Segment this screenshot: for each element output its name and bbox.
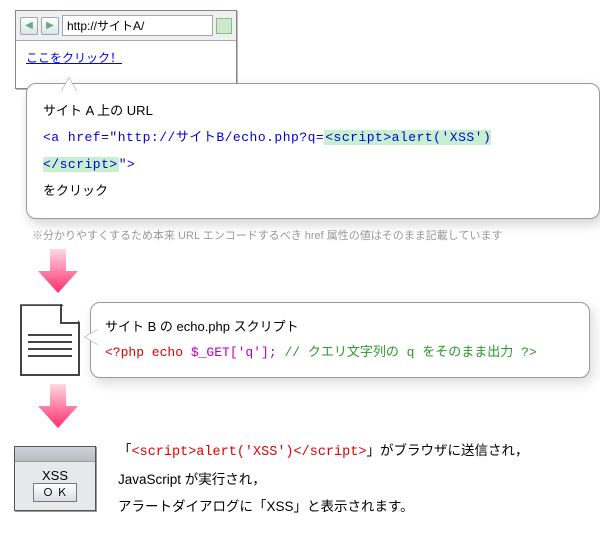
encoding-note: ※分かりやすくするため本来 URL エンコードするべき href 属性の値はその… [32, 227, 590, 243]
php-get-var: $_GET['q']; [191, 345, 277, 360]
alert-body: XSS Ｏ Ｋ [15, 462, 95, 510]
page-link[interactable]: ここをクリック！ [26, 51, 122, 65]
result-step-row: XSS Ｏ Ｋ 「<script>alert('XSS')</script>」が… [10, 437, 590, 520]
alert-ok-button[interactable]: Ｏ Ｋ [33, 483, 77, 502]
server-step-row: サイト B の echo.php スクリプト <?php echo $_GET[… [10, 302, 590, 378]
final-line1: 「<script>alert('XSS')</script>」がブラウザに送信さ… [118, 437, 528, 466]
php-open: <?php echo [105, 345, 191, 360]
final-script-code: <script>alert('XSS')</script> [132, 445, 367, 460]
php-comment: // クエリ文字列の q をそのまま出力 ?> [277, 345, 537, 360]
back-button[interactable]: ◀ [20, 17, 38, 35]
browser-toolbar: ◀ ▶ http://サイトA/ [16, 11, 236, 41]
forward-button[interactable]: ▶ [41, 17, 59, 35]
go-button[interactable] [216, 18, 232, 34]
flow-arrow-1 [38, 249, 590, 296]
browser-window: ◀ ▶ http://サイトA/ ここをクリック！ [15, 10, 237, 89]
final-l1c: 」がブラウザに送信され， [366, 443, 528, 458]
bubble2-line1: サイト B の echo.php スクリプト [105, 315, 575, 340]
bubble1-code: <a href="http://サイトB/echo.php?q=<script>… [43, 124, 583, 178]
bubble2-code: <?php echo $_GET['q']; // クエリ文字列の q をそのま… [105, 340, 575, 366]
browser-viewport: ここをクリック！ [16, 41, 236, 88]
final-line2: JavaScript が実行され， [118, 466, 528, 493]
code-anchor-open: <a href="http://サイトB/echo.php?q= [43, 130, 324, 145]
alert-message: XSS [15, 468, 95, 483]
address-bar[interactable]: http://サイトA/ [62, 15, 213, 36]
alert-titlebar [15, 447, 95, 462]
flow-arrow-2 [38, 384, 590, 431]
bubble1-line3: をクリック [43, 178, 583, 204]
alert-dialog: XSS Ｏ Ｋ [14, 446, 96, 511]
final-l1a: 「 [118, 443, 132, 458]
code-anchor-close: "> [119, 157, 136, 172]
speech-bubble-url: サイト A 上の URL <a href="http://サイトB/echo.p… [26, 83, 600, 219]
final-line3: アラートダイアログに「XSS」と表示されます。 [118, 493, 528, 520]
result-explanation: 「<script>alert('XSS')</script>」がブラウザに送信さ… [118, 437, 528, 520]
document-icon [20, 304, 80, 376]
speech-bubble-php: サイト B の echo.php スクリプト <?php echo $_GET[… [90, 302, 590, 378]
bubble1-line1: サイト A 上の URL [43, 98, 583, 124]
